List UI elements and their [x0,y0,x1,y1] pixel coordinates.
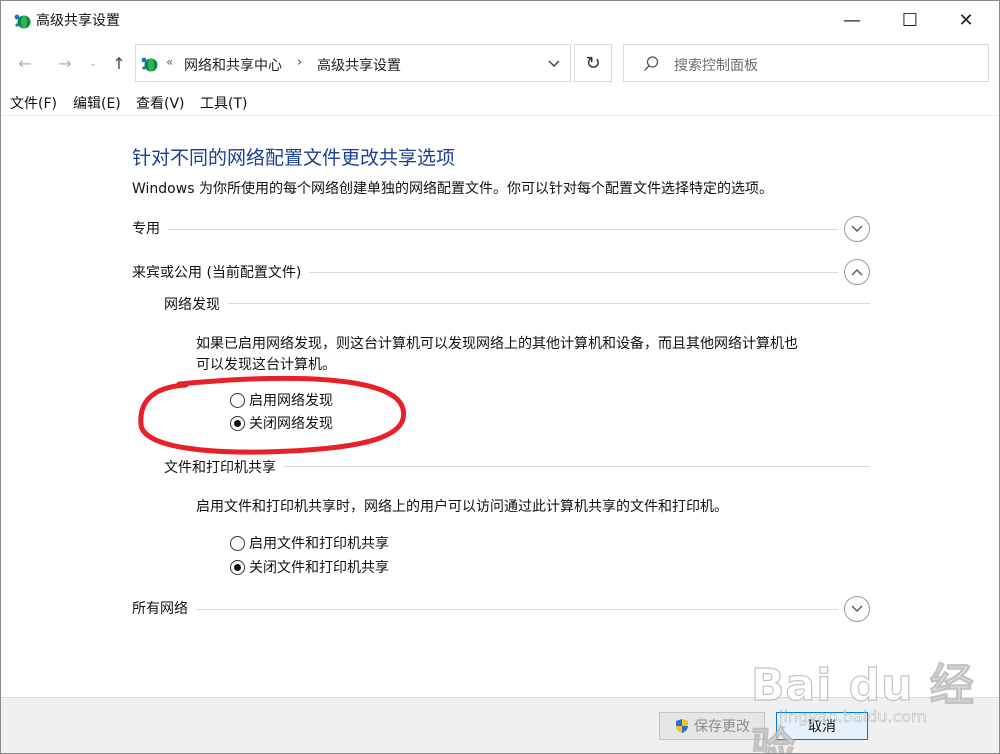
save-changes-label: 保存更改 [694,719,750,735]
radio-label[interactable]: 启用文件和打印机共享 [249,533,389,553]
up-button[interactable]: ↑ [107,51,131,75]
radio-label[interactable]: 启用网络发现 [249,390,333,410]
radio-button-selected[interactable] [230,415,245,431]
page-title: 针对不同的网络配置文件更改共享选项 [132,147,456,169]
breadcrumb-separator-icon[interactable]: › [297,55,302,70]
save-changes-button[interactable]: 保存更改 [659,712,765,740]
collapse-public-button[interactable] [844,259,870,285]
expand-all-networks-button[interactable] [844,596,870,622]
breadcrumb-network-sharing-center[interactable]: 网络和共享中心 [184,55,282,75]
refresh-button[interactable]: ↻ [574,44,612,82]
uac-shield-icon [676,719,688,733]
file-printer-sharing-description: 启用文件和打印机共享时，网络上的用户可以访问通过此计算机共享的文件和打印机。 [196,499,728,515]
back-button[interactable]: ← [13,51,37,75]
expand-private-button[interactable] [844,216,870,242]
network-discovery-description-2: 可以发现这台计算机。 [196,357,336,373]
radio-enable-network-discovery[interactable]: 启用网络发现 [230,390,333,410]
menu-file[interactable]: 文件(F) [10,93,57,113]
radio-disable-network-discovery[interactable]: 关闭网络发现 [230,413,333,433]
address-bar[interactable]: « 网络和共享中心 › 高级共享设置 [135,44,571,82]
maximize-icon: ☐ [901,9,919,31]
address-dropdown-button[interactable] [544,54,564,74]
chevron-down-icon: ⌄ [88,57,98,69]
menu-bar: 文件(F) 编辑(E) 查看(V) 工具(T) [1,89,999,115]
radio-label[interactable]: 关闭网络发现 [249,413,333,433]
profile-public-heading[interactable]: 来宾或公用 (当前配置文件) [132,262,310,282]
title-bar: 高级共享设置 — ☐ ✕ [1,1,999,39]
forward-button[interactable]: → [53,51,77,75]
chevron-down-icon [851,225,863,232]
profile-private-heading[interactable]: 专用 [132,218,168,238]
menu-divider [1,115,999,116]
arrow-up-icon: ↑ [112,53,126,73]
close-button[interactable]: ✕ [943,1,989,39]
breadcrumb-overflow[interactable]: « [166,55,173,69]
radio-button[interactable] [230,535,245,551]
close-icon: ✕ [958,9,974,31]
section-divider [132,609,838,610]
network-discovery-heading: 网络发现 [164,294,228,314]
network-globe-icon [14,14,31,29]
recent-locations-button[interactable]: ⌄ [81,51,105,75]
menu-view[interactable]: 查看(V) [136,93,185,113]
cancel-label: 取消 [808,719,836,735]
radio-button-selected[interactable] [230,559,245,575]
search-input[interactable]: 搜索控制面板 [623,44,989,82]
minimize-icon: — [843,9,861,31]
chevron-up-icon [851,269,863,276]
breadcrumb-advanced-sharing[interactable]: 高级共享设置 [317,55,401,75]
refresh-icon: ↻ [585,52,601,74]
search-placeholder: 搜索控制面板 [674,58,758,74]
arrow-left-icon: ← [18,53,32,73]
radio-label[interactable]: 关闭文件和打印机共享 [249,557,389,577]
bottom-action-bar: 保存更改 取消 [1,697,999,753]
navigation-bar: ← → ⌄ ↑ « 网络和共享中心 › 高级共享设置 ↻ 搜索控制面板 [1,43,999,83]
search-icon [644,56,659,71]
radio-enable-file-printer-sharing[interactable]: 启用文件和打印机共享 [230,533,389,553]
minimize-button[interactable]: — [829,1,875,39]
section-divider [132,229,838,230]
menu-tools[interactable]: 工具(T) [200,93,247,113]
network-globe-icon [141,57,158,72]
cancel-button[interactable]: 取消 [776,712,868,740]
arrow-right-icon: → [58,53,72,73]
radio-button[interactable] [230,392,245,408]
maximize-button[interactable]: ☐ [887,1,933,39]
radio-disable-file-printer-sharing[interactable]: 关闭文件和打印机共享 [230,557,389,577]
window-title: 高级共享设置 [36,13,120,29]
chevron-down-icon [851,605,863,612]
window: 高级共享设置 — ☐ ✕ ← → ⌄ ↑ « 网络和共享中心 › 高级共享设置 … [0,0,1000,754]
file-printer-sharing-heading: 文件和打印机共享 [164,457,284,477]
subsection-divider [164,303,870,304]
page-description: Windows 为你所使用的每个网络创建单独的网络配置文件。你可以针对每个配置文… [132,181,773,197]
network-discovery-description-1: 如果已启用网络发现，则这台计算机可以发现网络上的其他计算机和设备，而且其他网络计… [196,336,798,352]
profile-all-networks-heading[interactable]: 所有网络 [132,598,196,618]
chevron-down-icon [548,60,560,68]
menu-edit[interactable]: 编辑(E) [73,93,121,113]
